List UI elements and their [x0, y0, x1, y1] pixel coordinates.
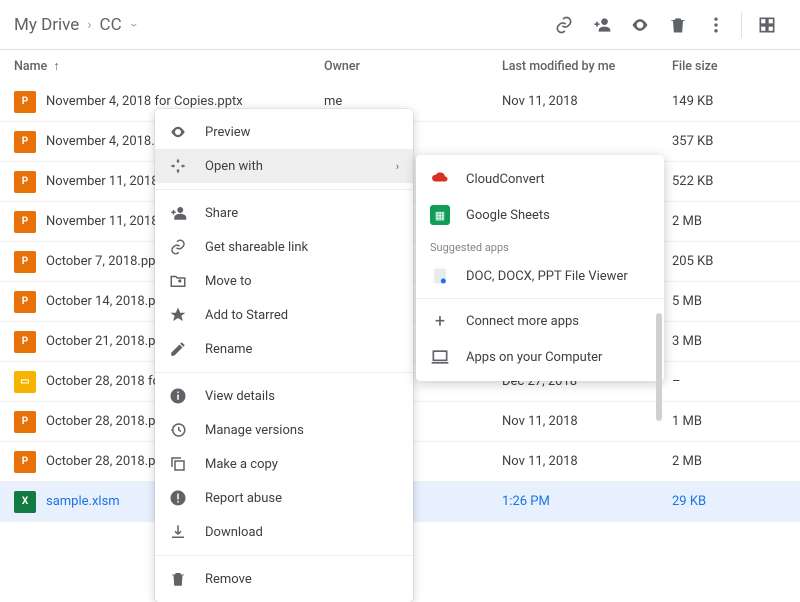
submenu-docviewer[interactable]: DOC, DOCX, PPT File Viewer: [416, 258, 664, 294]
open-with-submenu: CloudConvert ▦Google Sheets Suggested ap…: [416, 155, 664, 381]
file-owner: me: [324, 94, 502, 109]
file-size: 357 KB: [672, 134, 786, 149]
chevron-down-icon[interactable]: ›: [126, 22, 142, 26]
laptop-icon: [430, 347, 450, 367]
col-modified[interactable]: Last modified by me: [502, 59, 672, 74]
file-type-icon: P: [14, 411, 36, 433]
open-with-icon: [169, 157, 187, 175]
file-modified: Nov 11, 2018: [502, 454, 672, 469]
menu-open-with[interactable]: Open with›: [155, 149, 413, 183]
file-type-icon: P: [14, 451, 36, 473]
sheets-icon: ▦: [430, 205, 450, 225]
more-icon[interactable]: [697, 6, 735, 44]
pencil-icon: [169, 340, 187, 358]
table-header: Name↑ Owner Last modified by me File siz…: [0, 50, 800, 82]
info-icon: [169, 387, 187, 405]
file-type-icon: P: [14, 211, 36, 233]
file-type-icon: P: [14, 91, 36, 113]
context-menu: Preview Open with› Share Get shareable l…: [155, 109, 413, 602]
breadcrumb-root[interactable]: My Drive: [14, 15, 79, 35]
file-type-icon: P: [14, 131, 36, 153]
menu-link[interactable]: Get shareable link: [155, 230, 413, 264]
toolbar: My Drive › CC ›: [0, 0, 800, 50]
col-name[interactable]: Name↑: [14, 59, 324, 74]
warning-icon: [169, 489, 187, 507]
menu-share[interactable]: Share: [155, 196, 413, 230]
menu-copy[interactable]: Make a copy: [155, 447, 413, 481]
breadcrumb: My Drive › CC ›: [14, 15, 134, 35]
file-modified: Nov 11, 2018: [502, 94, 672, 109]
file-size: 522 KB: [672, 174, 786, 189]
menu-versions[interactable]: Manage versions: [155, 413, 413, 447]
sort-asc-icon: ↑: [53, 59, 59, 74]
file-type-icon: ▭: [14, 371, 36, 393]
submenu-computer[interactable]: Apps on your Computer: [416, 339, 664, 375]
link-icon[interactable]: [545, 6, 583, 44]
scrollbar[interactable]: [656, 313, 662, 421]
menu-star[interactable]: Add to Starred: [155, 298, 413, 332]
history-icon: [169, 421, 187, 439]
file-type-icon: P: [14, 251, 36, 273]
menu-preview[interactable]: Preview: [155, 115, 413, 149]
col-size[interactable]: File size: [672, 59, 786, 74]
col-owner[interactable]: Owner: [324, 59, 502, 74]
cloudconvert-icon: [430, 169, 450, 189]
menu-remove[interactable]: Remove: [155, 562, 413, 596]
submenu-suggested-header: Suggested apps: [416, 233, 664, 258]
breadcrumb-current[interactable]: CC: [100, 15, 122, 35]
menu-abuse[interactable]: Report abuse: [155, 481, 413, 515]
menu-rename[interactable]: Rename: [155, 332, 413, 366]
file-size: 29 KB: [672, 494, 786, 509]
file-modified: Nov 11, 2018: [502, 414, 672, 429]
file-type-icon: X: [14, 491, 36, 513]
divider: [741, 12, 742, 38]
file-size: 2 MB: [672, 214, 786, 229]
menu-download[interactable]: Download: [155, 515, 413, 549]
file-modified: 1:26 PM: [502, 494, 672, 509]
star-icon: [169, 306, 187, 324]
add-user-icon: [169, 204, 187, 222]
menu-details[interactable]: View details: [155, 379, 413, 413]
file-size: –: [672, 374, 786, 389]
file-size: 3 MB: [672, 334, 786, 349]
chevron-right-icon: ›: [396, 160, 399, 173]
file-type-icon: P: [14, 331, 36, 353]
folder-icon: [169, 272, 187, 290]
plus-icon: +: [430, 311, 450, 331]
download-icon: [169, 523, 187, 541]
file-size: 149 KB: [672, 94, 786, 109]
file-type-icon: P: [14, 291, 36, 313]
menu-move[interactable]: Move to: [155, 264, 413, 298]
link-icon: [169, 238, 187, 256]
file-type-icon: P: [14, 171, 36, 193]
add-user-icon[interactable]: [583, 6, 621, 44]
file-name: November 4, 2018 for Copies.pptx: [46, 94, 324, 109]
copy-icon: [169, 455, 187, 473]
file-size: 205 KB: [672, 254, 786, 269]
trash-icon[interactable]: [659, 6, 697, 44]
file-size: 5 MB: [672, 294, 786, 309]
doc-icon: [430, 266, 450, 286]
submenu-sheets[interactable]: ▦Google Sheets: [416, 197, 664, 233]
file-size: 1 MB: [672, 414, 786, 429]
submenu-connect[interactable]: +Connect more apps: [416, 303, 664, 339]
file-size: 2 MB: [672, 454, 786, 469]
trash-icon: [169, 570, 187, 588]
chevron-right-icon: ›: [87, 17, 91, 33]
eye-icon: [169, 123, 187, 141]
grid-view-icon[interactable]: [748, 6, 786, 44]
eye-icon[interactable]: [621, 6, 659, 44]
submenu-cloudconvert[interactable]: CloudConvert: [416, 161, 664, 197]
